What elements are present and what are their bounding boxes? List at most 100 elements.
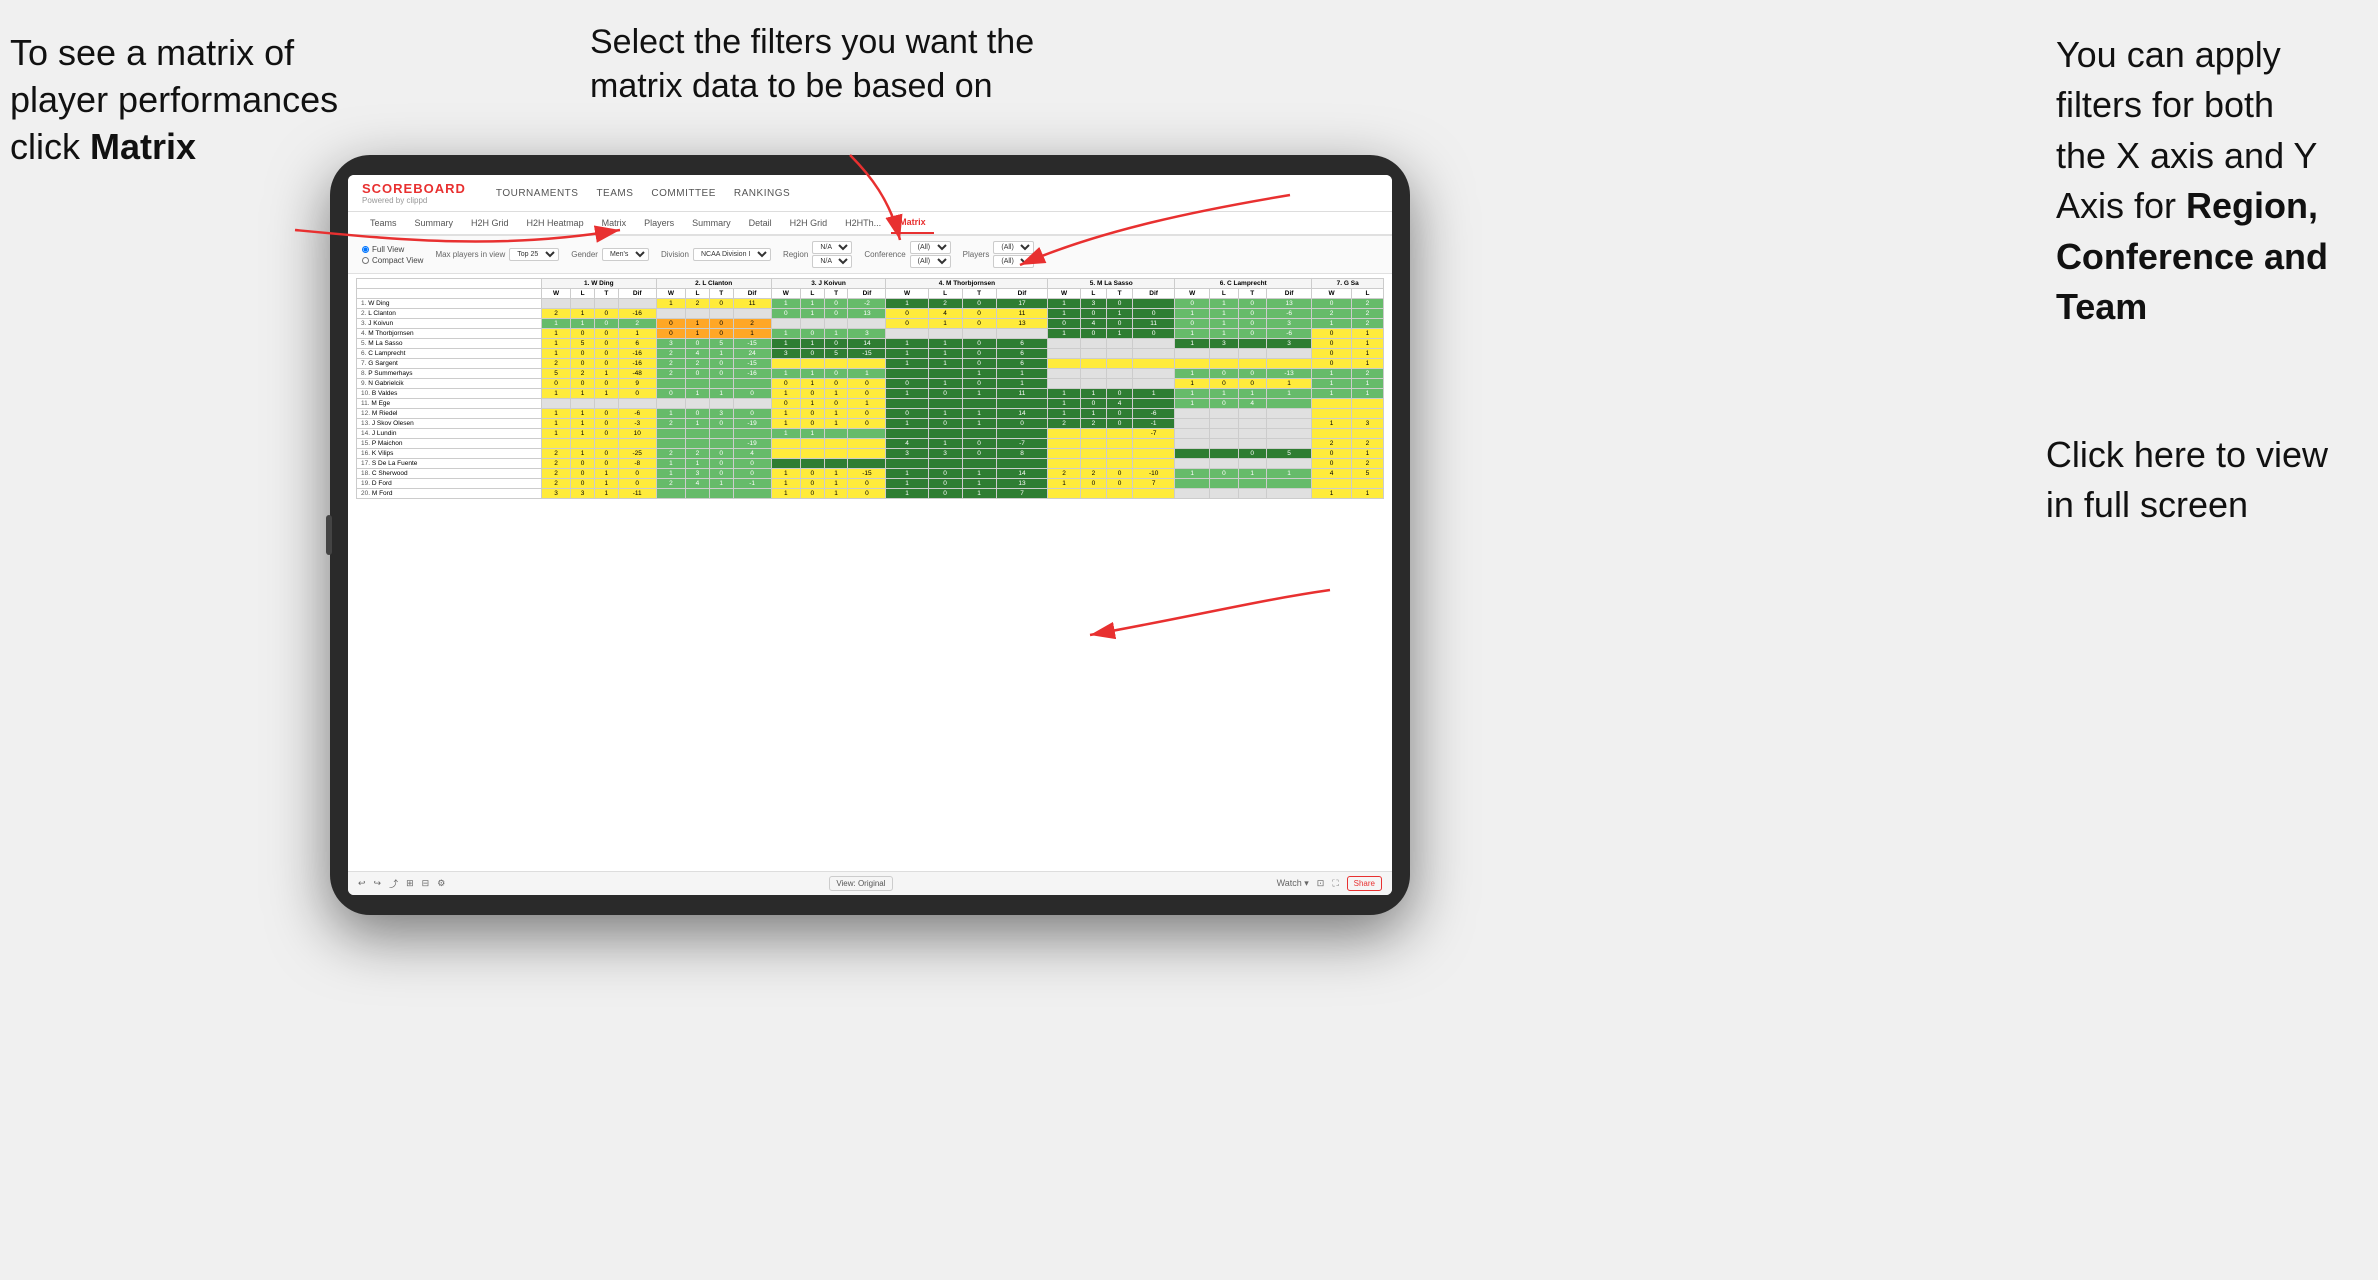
tab-summary2[interactable]: Summary [684,213,739,233]
table-row: 5. M La Sasso 1506 305-15 11014 1106 133… [357,339,1384,349]
zoom-out-button[interactable]: ⊟ [422,878,430,889]
top-navigation: SCOREBOARD Powered by clippd TOURNAMENTS… [348,175,1392,212]
annotation-right-line4-prefix: Axis for [2056,185,2186,226]
nav-teams[interactable]: TEAMS [596,188,633,199]
view-type-radio: Full View Compact View [362,245,423,265]
filter-division: Division NCAA Division I [661,248,771,261]
division-select[interactable]: NCAA Division I [693,248,771,261]
logo-subtitle: Powered by clippd [362,196,466,205]
sub-col-l3: L [801,289,825,299]
players-select-2[interactable]: (All) [993,255,1034,268]
tablet-device: SCOREBOARD Powered by clippd TOURNAMENTS… [330,155,1410,915]
sub-col-d2: Dif [733,289,771,299]
annotation-top-center: Select the filters you want the matrix d… [590,20,1090,108]
sub-col-t6: T [1238,289,1266,299]
filter-max-players: Max players in view Top 25 [435,248,559,261]
table-row: 15. P Maichon -19 410-7 22 [357,439,1384,449]
matrix-table: 1. W Ding 2. L Clanton 3. J Koivun 4. M … [356,278,1384,499]
table-row: 1. W Ding 12011 110-2 12017 130 01013 02 [357,299,1384,309]
radio-compact-view[interactable]: Compact View [362,256,423,265]
annotation-right-line4-bold: Region, [2186,185,2318,226]
sub-col-l5: L [1080,289,1106,299]
tab-players[interactable]: Players [636,213,682,233]
zoom-in-button[interactable]: ⊞ [406,878,414,889]
nav-tournaments[interactable]: TOURNAMENTS [496,188,579,199]
radio-full-view[interactable]: Full View [362,245,423,254]
tab-summary[interactable]: Summary [407,213,462,233]
sub-col-empty [357,289,542,299]
annotation-right-line6-bold: Team [2056,286,2147,327]
sub-col-l2: L [686,289,710,299]
sub-col-d5: Dif [1133,289,1175,299]
undo-button[interactable]: ↩ [358,878,366,889]
filter-players: Players (All) (All) [963,241,1035,268]
tab-detail[interactable]: Detail [741,213,780,233]
col-header-2: 2. L Clanton [656,279,771,289]
nav-committee[interactable]: COMMITTEE [651,188,716,199]
sub-col-d3: Dif [848,289,886,299]
table-row: 16. K Vilips 210-25 2204 3308 05 01 [357,449,1384,459]
sub-col-t2: T [709,289,733,299]
col-header-1: 1. W Ding [541,279,656,289]
sub-col-w6: W [1175,289,1210,299]
col-header-7: 7. G Sa [1312,279,1384,289]
sub-col-t1: T [594,289,618,299]
tab-h2h-grid2[interactable]: H2H Grid [782,213,836,233]
toolbar-right: Watch ▾ ⊡ ⛶ Share [1277,876,1382,891]
view-original-button[interactable]: View: Original [829,876,892,891]
region-select-1[interactable]: N/A [812,241,852,254]
nav-rankings[interactable]: RANKINGS [734,188,790,199]
tablet-side-button [326,515,332,555]
sub-col-l6: L [1210,289,1238,299]
tab-h2h-heatmap[interactable]: H2H Heatmap [519,213,592,233]
matrix-area: 1. W Ding 2. L Clanton 3. J Koivun 4. M … [348,274,1392,871]
annotation-right-line3: the X axis and Y [2056,135,2318,176]
max-players-select[interactable]: Top 25 [509,248,559,261]
tab-h2hth[interactable]: H2HTh... [837,213,889,233]
sub-col-w2: W [656,289,685,299]
filter-conference: Conference (All) (All) [864,241,950,268]
toolbar-center: View: Original [829,876,892,891]
tab-matrix-active[interactable]: Matrix [891,212,934,234]
col-header-5: 5. M La Sasso [1048,279,1175,289]
table-row: 19. D Ford 2010 241-1 1010 10113 1007 [357,479,1384,489]
settings-button[interactable]: ⚙ [437,878,445,889]
tab-h2h-grid[interactable]: H2H Grid [463,213,517,233]
table-row: 7. G Sargent 200-16 220-15 1106 01 [357,359,1384,369]
screen-button[interactable]: ⊡ [1317,878,1325,889]
tab-matrix[interactable]: Matrix [594,213,635,233]
sub-col-w3: W [771,289,800,299]
table-row: 17. S De La Fuente 200-8 1100 02 [357,459,1384,469]
filter-bar: Full View Compact View Max players in vi… [348,236,1392,274]
sub-col-l1: L [571,289,595,299]
table-row: 9. N Gabrielcik 0009 0100 0101 1001 11 [357,379,1384,389]
col-header-empty [357,279,542,289]
share-button[interactable]: Share [1347,876,1382,891]
bottom-toolbar: ↩ ↪ ⤴ ⊞ ⊟ ⚙ View: Original Watch ▾ ⊡ ⛶ S… [348,871,1392,895]
conference-select-2[interactable]: (All) [910,255,951,268]
sub-navigation: Teams Summary H2H Grid H2H Heatmap Matri… [348,212,1392,236]
sub-col-d1: Dif [618,289,656,299]
table-row: 10. B Valdes 1110 0110 1010 10111 1101 1… [357,389,1384,399]
fullscreen-button[interactable]: ⛶ [1332,878,1338,889]
players-select-1[interactable]: (All) [993,241,1034,254]
redo-button[interactable]: ↪ [374,878,382,889]
annotation-right-line1: You can apply [2056,34,2281,75]
sub-col-d6: Dif [1266,289,1312,299]
sub-col-l7: L [1351,289,1383,299]
table-row: 20. M Ford 331-11 1010 1017 11 [357,489,1384,499]
share-icon[interactable]: ⤴ [389,877,398,890]
conference-select-1[interactable]: (All) [910,241,951,254]
table-row: 8. P Summerhays 521-48 200-16 1101 11 10… [357,369,1384,379]
gender-select[interactable]: Men's [602,248,649,261]
filter-row-1: Full View Compact View Max players in vi… [362,241,1378,268]
tab-teams[interactable]: Teams [362,213,405,233]
watch-button[interactable]: Watch ▾ [1277,878,1309,889]
col-header-3: 3. J Koivun [771,279,886,289]
sub-col-w7: W [1312,289,1352,299]
table-row: 3. J Koivun 1102 0102 01013 04011 0103 1… [357,319,1384,329]
sub-col-w4: W [886,289,928,299]
region-select-2[interactable]: N/A [812,255,852,268]
toolbar-left-icons: ↩ ↪ ⤴ ⊞ ⊟ ⚙ [358,877,445,890]
table-row: 11. M Ege 0101 104 104 [357,399,1384,409]
